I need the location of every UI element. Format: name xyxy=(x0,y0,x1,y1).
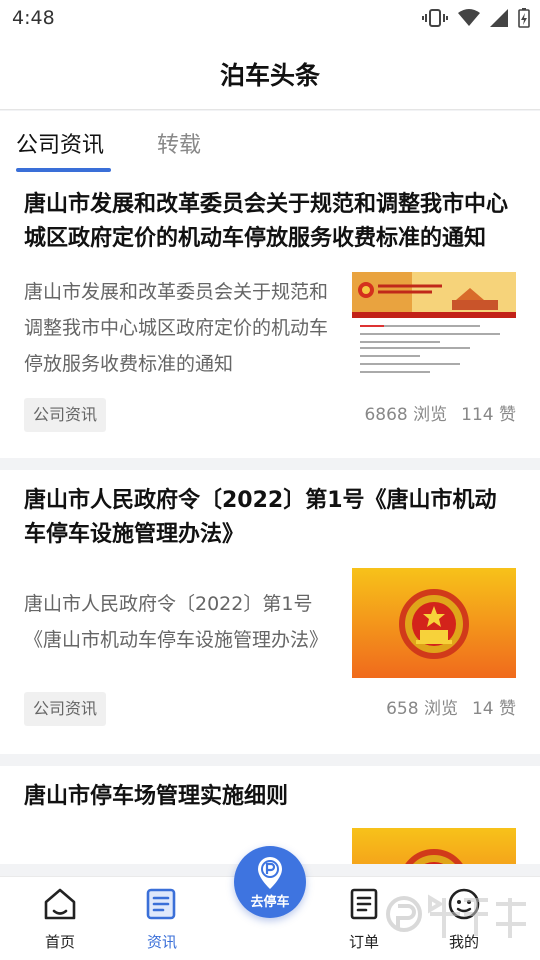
article-tag: 公司资讯 xyxy=(24,398,107,432)
nav-home-label: 首页 xyxy=(44,933,75,951)
article-thumbnail-emblem[interactable] xyxy=(352,568,516,678)
tab-reprint[interactable]: 转载 xyxy=(157,127,201,159)
vibrate-icon xyxy=(422,9,448,27)
tab-company-news[interactable]: 公司资讯 xyxy=(16,127,104,159)
article-thumbnail-emblem[interactable] xyxy=(352,828,516,864)
article-views: 6868 浏览 xyxy=(364,405,448,425)
article-title[interactable]: 唐山市人民政府令〔2022〕第1号《唐山市机动车停车设施管理办法》 xyxy=(24,484,514,552)
article-stats: 6868 浏览 114 赞 xyxy=(364,398,516,432)
news-icon xyxy=(146,888,176,920)
nav-news-label: 资讯 xyxy=(146,933,177,951)
article-title[interactable]: 唐山市停车场管理实施细则 xyxy=(24,780,514,814)
parking-pin-icon xyxy=(258,857,282,889)
article-tag: 公司资讯 xyxy=(24,692,107,726)
article-thumbnail-webpage[interactable] xyxy=(352,272,516,384)
page-title: 泊车头条 xyxy=(219,61,320,90)
cell-signal-icon xyxy=(490,9,508,27)
article-stats: 658 浏览 14 赞 xyxy=(386,692,516,726)
status-time: 4:48 xyxy=(12,7,55,29)
order-icon xyxy=(350,888,378,920)
article-likes: 14 赞 xyxy=(471,699,516,719)
home-icon xyxy=(44,888,76,920)
article-summary: 唐山市发展和改革委员会关于规范和调整我市中心城区政府定价的机动车停放服务收费标准… xyxy=(24,281,329,375)
nav-news[interactable]: 资讯 xyxy=(122,877,202,960)
status-icons xyxy=(422,8,530,28)
article-card[interactable]: 唐山市发展和改革委员会关于规范和调整我市中心城区政府定价的机动车停放服务收费标准… xyxy=(0,174,540,458)
article-feed[interactable]: 唐山市发展和改革委员会关于规范和调整我市中心城区政府定价的机动车停放服务收费标准… xyxy=(0,174,540,864)
go-park-button[interactable]: 去停车 xyxy=(234,846,306,918)
title-bar: 泊车头条 xyxy=(0,36,540,110)
webpage-screenshot-image xyxy=(352,272,516,384)
wifi-icon xyxy=(458,9,480,26)
status-bar: 4:48 xyxy=(0,0,540,36)
battery-icon xyxy=(518,8,530,28)
article-likes: 114 赞 xyxy=(461,405,516,425)
watermark-logo-icon xyxy=(386,894,526,938)
national-emblem-image xyxy=(352,568,516,678)
article-views: 658 浏览 xyxy=(386,699,458,719)
national-emblem-image xyxy=(352,828,516,864)
go-park-label: 去停车 xyxy=(250,895,290,910)
article-card[interactable]: 唐山市人民政府令〔2022〕第1号《唐山市机动车停车设施管理办法》 唐山市人民政… xyxy=(0,470,540,754)
nav-home[interactable]: 首页 xyxy=(20,877,100,960)
tab-bar: 公司资讯 转载 xyxy=(0,111,540,174)
article-summary: 唐山市人民政府令〔2022〕第1号《唐山市机动车停车设施管理办法》 xyxy=(24,593,329,651)
article-title[interactable]: 唐山市发展和改革委员会关于规范和调整我市中心城区政府定价的机动车停放服务收费标准… xyxy=(24,188,514,256)
tab-active-indicator xyxy=(16,168,111,172)
